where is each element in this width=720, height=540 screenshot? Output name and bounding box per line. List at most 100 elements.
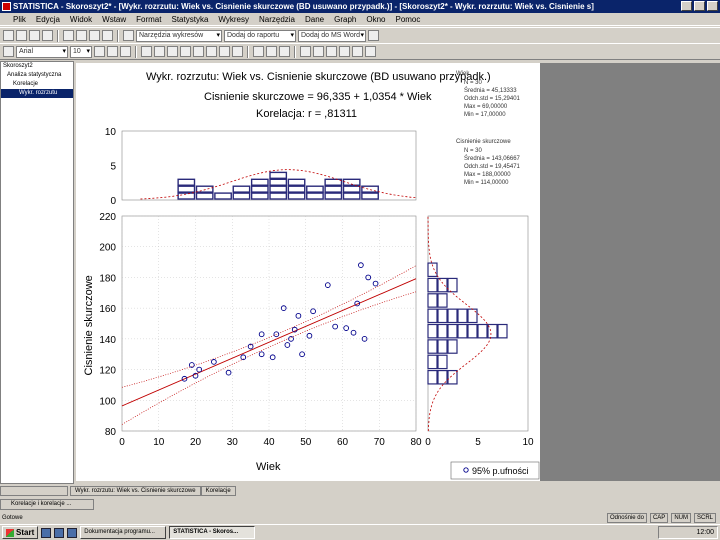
zoom-out-icon[interactable] bbox=[154, 46, 165, 57]
print-icon[interactable] bbox=[42, 30, 53, 41]
align-left-icon[interactable] bbox=[339, 46, 350, 57]
brushing-icon[interactable] bbox=[300, 46, 311, 57]
menu-item-format[interactable]: Format bbox=[131, 13, 166, 25]
rectangle-icon[interactable] bbox=[193, 46, 204, 57]
find-icon[interactable] bbox=[123, 30, 134, 41]
stats-var1-stat: Średnia = 45,13333 bbox=[464, 86, 517, 94]
start-button[interactable]: Start bbox=[2, 526, 39, 539]
top-histogram-bar bbox=[324, 192, 343, 200]
y-axis-label: Cisnienie skurczowe bbox=[83, 275, 95, 375]
plot-icon[interactable] bbox=[279, 46, 290, 57]
menu-item-statystyka[interactable]: Statystyka bbox=[166, 13, 213, 25]
tree-item-correlations[interactable]: Korelacje bbox=[1, 80, 73, 89]
text-icon[interactable] bbox=[219, 46, 230, 57]
data-point bbox=[306, 332, 313, 339]
right-histogram-bar bbox=[437, 277, 448, 293]
top-histogram-bar bbox=[306, 192, 324, 200]
data-point bbox=[258, 351, 265, 358]
arrow-icon[interactable] bbox=[232, 46, 243, 57]
paste-icon[interactable] bbox=[89, 30, 100, 41]
cut-icon[interactable] bbox=[63, 30, 74, 41]
data-point bbox=[258, 331, 265, 338]
data-point bbox=[343, 325, 350, 331]
bold-icon[interactable] bbox=[94, 46, 105, 57]
status-text: Gotowe bbox=[2, 515, 23, 521]
right-histogram-bar bbox=[447, 323, 458, 339]
menu-item-edycja[interactable]: Edycja bbox=[31, 13, 65, 25]
menu-item-wykresy[interactable]: Wykresy bbox=[213, 13, 254, 25]
open-icon[interactable] bbox=[16, 30, 27, 41]
menu-item-dane[interactable]: Dane bbox=[300, 13, 329, 25]
underline-icon[interactable] bbox=[120, 46, 131, 57]
ellipse-icon[interactable] bbox=[206, 46, 217, 57]
taskbar-button-statistica[interactable]: STATISTICA - Skoros... bbox=[169, 526, 256, 539]
top-histogram-bar bbox=[250, 192, 269, 200]
status-field: Odnośnie do bbox=[606, 513, 647, 523]
menu-item-pomoc[interactable]: Pomoc bbox=[390, 13, 425, 25]
stats-var1-name: Wiek bbox=[456, 71, 470, 77]
top-histogram-y-tick: 10 bbox=[105, 127, 117, 138]
chart-title: Wykr. rozrzutu: Wiek vs. Cisnienie skurc… bbox=[146, 71, 491, 83]
top-histogram-bar bbox=[269, 178, 288, 186]
line-icon[interactable] bbox=[180, 46, 191, 57]
taskbar: Start Dokumentacja programu... STATISTIC… bbox=[0, 524, 720, 540]
add-to-report-combo[interactable]: Dodaj do raportu bbox=[224, 29, 296, 42]
y-tick-label: 100 bbox=[99, 396, 116, 407]
close-button[interactable] bbox=[707, 1, 718, 11]
y-tick-label: 160 bbox=[99, 304, 116, 315]
fit-icon[interactable] bbox=[313, 46, 324, 57]
tab-correlations[interactable]: Korelacje bbox=[200, 486, 236, 496]
italic-icon[interactable] bbox=[107, 46, 118, 57]
stats-var1-stat: Min = 17,00000 bbox=[464, 112, 506, 118]
minimize-button[interactable] bbox=[681, 1, 692, 11]
menu-item-narzedzia[interactable]: Narzędzia bbox=[254, 13, 300, 25]
stats-var2-stat: N = 30 bbox=[464, 148, 483, 154]
help-icon[interactable] bbox=[368, 30, 379, 41]
window-title: STATISTICA - Skoroszyt2* - [Wykr. rozrzu… bbox=[13, 2, 594, 11]
horizontal-scrollbar[interactable] bbox=[0, 486, 68, 496]
menu-item-plik[interactable]: Plik bbox=[8, 13, 31, 25]
tree-item-analysis[interactable]: Analiza statystyczna bbox=[1, 71, 73, 80]
add-to-word-combo[interactable]: Dodaj do MS Word bbox=[298, 29, 366, 42]
graph-tools-combo[interactable]: Narzędzia wykresów bbox=[136, 29, 222, 42]
tree-item-scatterplot[interactable]: Wykr. rozrzutu bbox=[1, 89, 73, 98]
tree-item-workbook[interactable]: Skoroszyt2 bbox=[1, 62, 73, 71]
data-point bbox=[225, 369, 232, 376]
workbook-tree: Skoroszyt2 Analiza statystyczna Korelacj… bbox=[0, 61, 74, 484]
right-histogram-bar bbox=[437, 323, 448, 339]
axis-icon[interactable] bbox=[266, 46, 277, 57]
graph-options-icon[interactable] bbox=[253, 46, 264, 57]
pointer-icon[interactable] bbox=[3, 46, 14, 57]
font-size-combo[interactable]: 10 bbox=[70, 45, 92, 58]
copy-icon[interactable] bbox=[76, 30, 87, 41]
scatter-frame bbox=[121, 215, 417, 432]
top-histogram-bar bbox=[195, 192, 214, 200]
top-histogram-bar bbox=[250, 185, 269, 193]
tab-scatterplot[interactable]: Wykr. rozrzutu: Wiek vs. Cisnienie skurc… bbox=[70, 486, 201, 496]
quicklaunch-ie-icon[interactable] bbox=[41, 527, 52, 538]
layout-icon[interactable] bbox=[326, 46, 337, 57]
menu-item-wstaw[interactable]: Wstaw bbox=[97, 13, 131, 25]
new-icon[interactable] bbox=[3, 30, 14, 41]
brush-icon[interactable] bbox=[167, 46, 178, 57]
maximize-button[interactable] bbox=[694, 1, 705, 11]
top-histogram-bar bbox=[232, 185, 251, 193]
quicklaunch-desktop-icon[interactable] bbox=[67, 527, 78, 538]
minimized-window[interactable]: Korelacje i korelacje ... bbox=[0, 499, 94, 510]
menu-item-graph[interactable]: Graph bbox=[329, 13, 361, 25]
top-histogram-bar bbox=[214, 192, 232, 200]
x-axis-label: Wiek bbox=[256, 461, 281, 473]
regression-equation: Cisnienie skurczowe = 96,335 + 1,0354 * … bbox=[204, 91, 432, 103]
quicklaunch-outlook-icon[interactable] bbox=[54, 527, 65, 538]
right-histogram-bar bbox=[457, 308, 468, 324]
font-combo[interactable]: Arial bbox=[16, 45, 68, 58]
menu-item-widok[interactable]: Widok bbox=[65, 13, 97, 25]
undo-icon[interactable] bbox=[102, 30, 113, 41]
align-right-icon[interactable] bbox=[365, 46, 376, 57]
standard-toolbar: Narzędzia wykresów Dodaj do raportu Doda… bbox=[0, 27, 720, 44]
zoom-in-icon[interactable] bbox=[141, 46, 152, 57]
taskbar-button-document[interactable]: Dokumentacja programu... bbox=[80, 526, 167, 539]
align-center-icon[interactable] bbox=[352, 46, 363, 57]
menu-item-okno[interactable]: Okno bbox=[361, 13, 390, 25]
save-icon[interactable] bbox=[29, 30, 40, 41]
